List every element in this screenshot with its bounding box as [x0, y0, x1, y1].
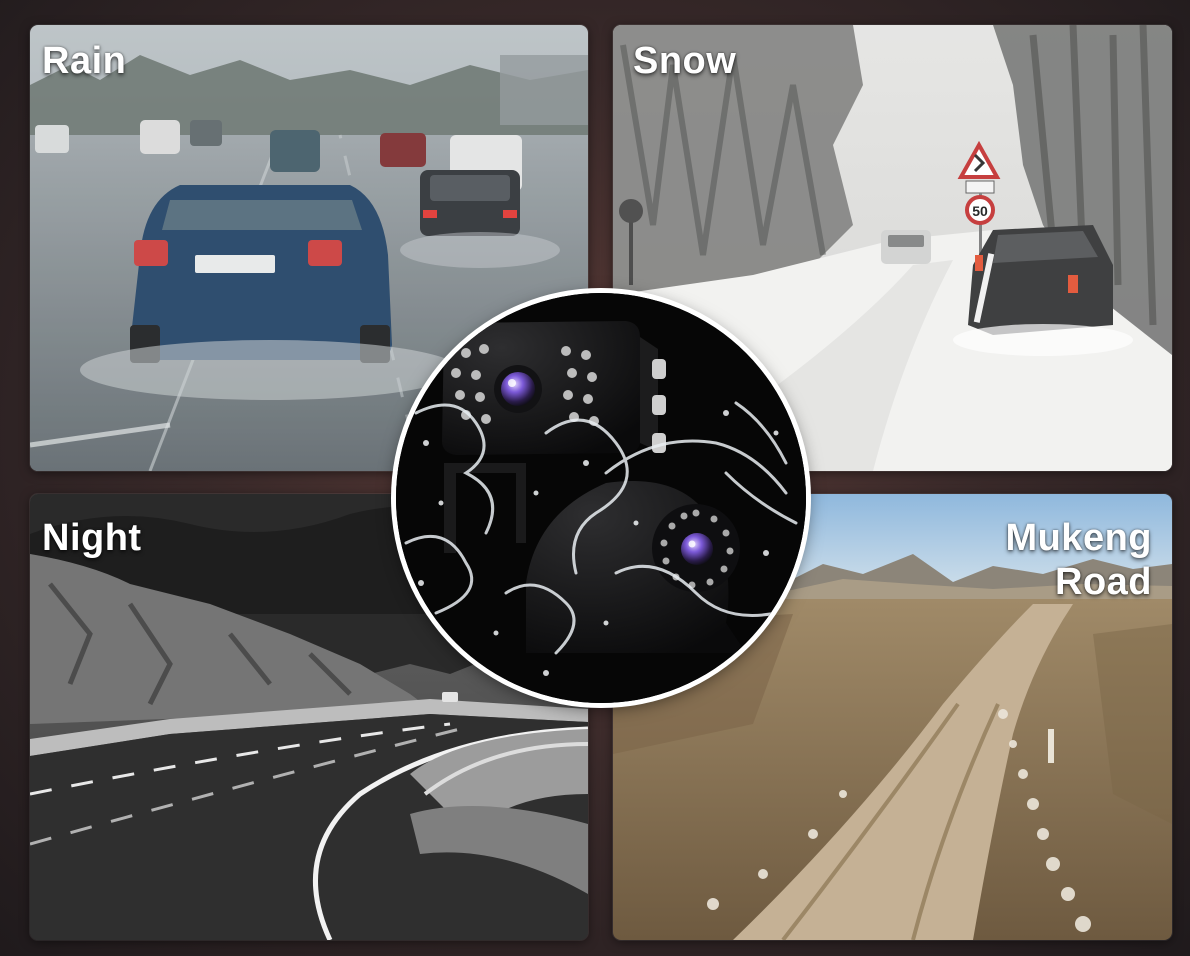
camera-splash-image — [396, 293, 806, 703]
muddy-road-label: Mukeng Road — [932, 516, 1152, 604]
rain-label: Rain — [42, 40, 127, 82]
snow-label: Snow — [633, 40, 737, 82]
muddy-road-label-line-2: Road — [1055, 561, 1152, 603]
muddy-road-label-line-1: Mukeng — [1005, 517, 1152, 559]
night-label: Night — [42, 517, 142, 559]
camera-product-circle — [396, 293, 806, 703]
